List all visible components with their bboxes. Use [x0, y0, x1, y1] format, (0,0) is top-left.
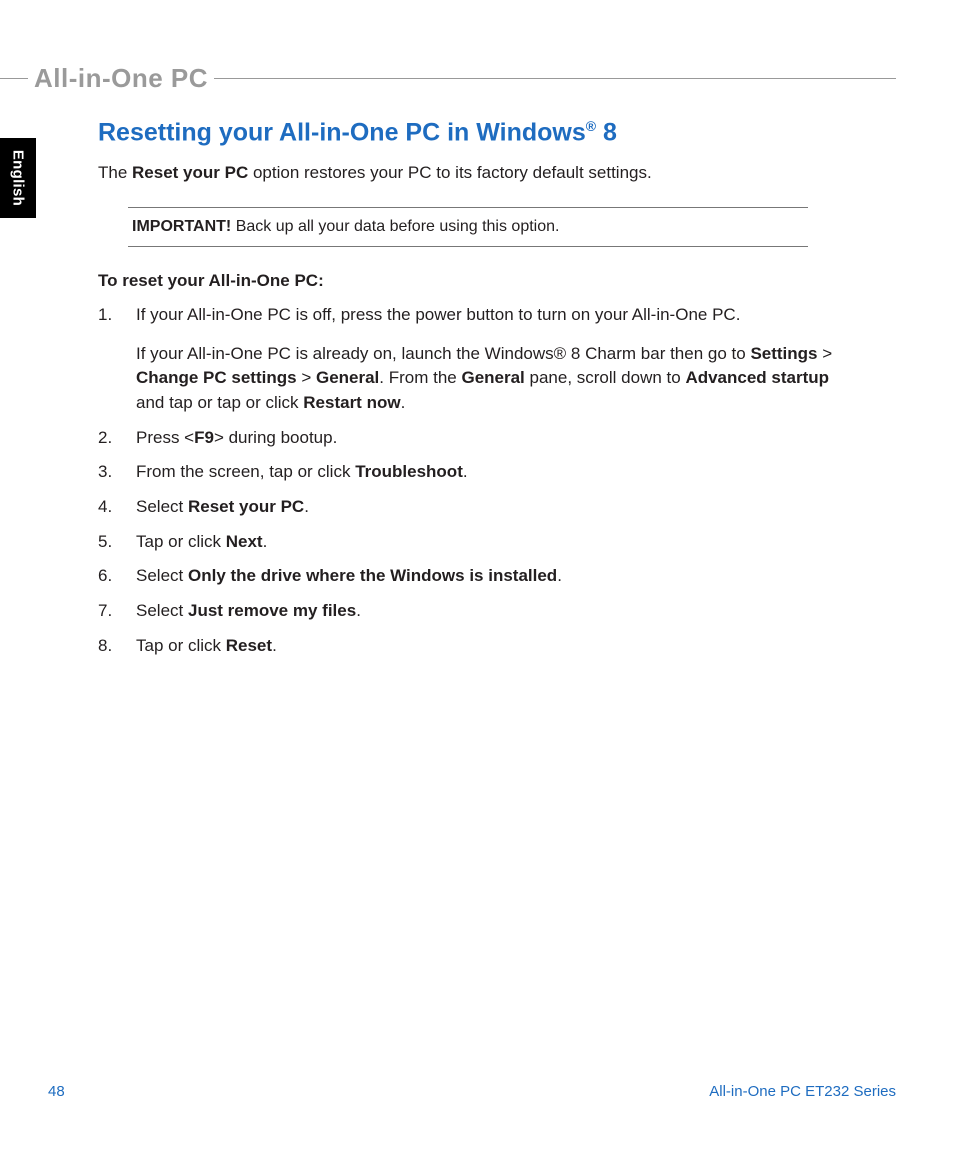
step-7-t1: Select [136, 601, 188, 620]
step-1-p2-t7: . [401, 393, 406, 412]
step-1-p2-b5: Advanced startup [685, 368, 829, 387]
step-6-b1: Only the drive where the Windows is inst… [188, 566, 557, 585]
step-4: Select Reset your PC. [98, 495, 838, 520]
step-1-p2-t5: pane, scroll down to [525, 368, 686, 387]
step-8-b1: Reset [226, 636, 272, 655]
step-2-t2: > during bootup. [214, 428, 337, 447]
step-6-t1: Select [136, 566, 188, 585]
step-7-b1: Just remove my files [188, 601, 356, 620]
title-post: 8 [596, 118, 617, 146]
step-8-t2: . [272, 636, 277, 655]
step-4-t1: Select [136, 497, 188, 516]
rule-left [0, 78, 28, 79]
language-tab-label: English [10, 150, 27, 206]
step-8-t1: Tap or click [136, 636, 226, 655]
step-8: Tap or click Reset. [98, 634, 838, 659]
intro-pre: The [98, 163, 132, 182]
header-rule: All-in-One PC [0, 63, 896, 94]
step-1-p2-t6: and tap or tap or click [136, 393, 303, 412]
step-2: Press <F9> during bootup. [98, 426, 838, 451]
brand-label: All-in-One PC [28, 63, 214, 94]
footer: 48 All-in-One PC ET232 Series [48, 1083, 896, 1100]
step-1-p2-b1: Settings [750, 344, 817, 363]
steps-list: If your All-in-One PC is off, press the … [98, 303, 838, 658]
intro-post: option restores your PC to its factory d… [248, 163, 651, 182]
step-1: If your All-in-One PC is off, press the … [98, 303, 838, 416]
title-pre: Resetting your All-in-One PC in Windows [98, 118, 586, 146]
step-3-b1: Troubleshoot [355, 462, 463, 481]
step-4-t2: . [304, 497, 309, 516]
step-1-p2-b2: Change PC settings [136, 368, 297, 387]
step-5: Tap or click Next. [98, 530, 838, 555]
series-label: All-in-One PC ET232 Series [709, 1083, 896, 1100]
step-3-t1: From the screen, tap or click [136, 462, 355, 481]
step-1-p2-b3: General [316, 368, 379, 387]
step-6: Select Only the drive where the Windows … [98, 564, 838, 589]
content-area: Resetting your All-in-One PC in Windows®… [98, 118, 838, 668]
step-5-t1: Tap or click [136, 532, 226, 551]
step-3-t2: . [463, 462, 468, 481]
step-1-p2-b4: General [461, 368, 524, 387]
step-7-t2: . [356, 601, 361, 620]
step-1-p2-t1: If your All-in-One PC is already on, lau… [136, 344, 750, 363]
page: All-in-One PC English Resetting your All… [0, 0, 954, 1155]
sub-heading: To reset your All-in-One PC: [98, 271, 838, 291]
page-title: Resetting your All-in-One PC in Windows®… [98, 118, 838, 147]
step-2-b1: F9 [194, 428, 214, 447]
step-5-t2: . [263, 532, 268, 551]
title-reg: ® [586, 118, 596, 134]
intro-paragraph: The Reset your PC option restores your P… [98, 161, 838, 185]
step-4-b1: Reset your PC [188, 497, 304, 516]
step-1-p2-t4: . From the [379, 368, 461, 387]
language-tab: English [0, 138, 36, 218]
step-5-b1: Next [226, 532, 263, 551]
important-text: Back up all your data before using this … [231, 218, 559, 235]
step-3: From the screen, tap or click Troublesho… [98, 460, 838, 485]
intro-bold: Reset your PC [132, 163, 248, 182]
step-1-p2-t3: > [297, 368, 316, 387]
step-1-p1: If your All-in-One PC is off, press the … [136, 305, 740, 324]
step-1-p2-b6: Restart now [303, 393, 400, 412]
step-6-t2: . [557, 566, 562, 585]
step-2-t1: Press < [136, 428, 194, 447]
rule-right [214, 78, 896, 79]
step-7: Select Just remove my files. [98, 599, 838, 624]
important-callout: IMPORTANT! Back up all your data before … [128, 207, 808, 247]
important-label: IMPORTANT! [132, 218, 231, 235]
page-number: 48 [48, 1083, 65, 1100]
step-1-p2-t2: > [818, 344, 833, 363]
step-1-p2: If your All-in-One PC is already on, lau… [136, 342, 838, 416]
